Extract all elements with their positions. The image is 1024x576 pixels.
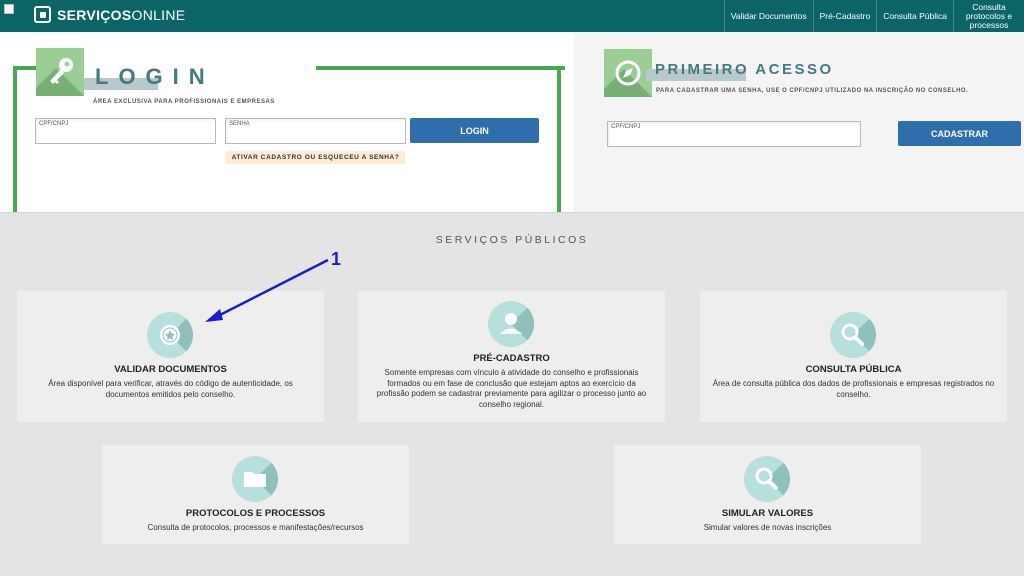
services-title: SERVIÇOS PÚBLICOS xyxy=(435,234,589,246)
main-nav: Validar Documentos Pré-Cadastro Consulta… xyxy=(723,0,1024,32)
card-description: Área de consulta pública dos dados de pr… xyxy=(712,379,995,399)
annotation-number: 1 xyxy=(331,249,342,269)
cpf-cnpj-label: CPF/CNPJ xyxy=(39,121,69,127)
login-panel: LOGIN ÁREA EXCLUSIVA PARA PROFISSIONAIS … xyxy=(0,32,574,222)
card-title: PROTOCOLOS E PROCESSOS xyxy=(185,508,326,519)
frame-top-right-segment xyxy=(316,66,565,70)
first-access-panel: PRIMEIRO ACESSO PARA CADASTRAR UMA SENHA… xyxy=(574,32,1024,212)
key-icon xyxy=(36,48,84,96)
brand-name: SERVIÇOSONLINE xyxy=(57,6,186,23)
nav-consulta-protocolos[interactable]: Consulta protocolos e processos xyxy=(953,0,1024,32)
cpf-cnpj-input[interactable]: CPF/CNPJ xyxy=(35,118,216,144)
card-simular-valores[interactable]: SIMULAR VALORES Simular valores de novas… xyxy=(614,445,921,544)
magnifier-icon xyxy=(830,312,876,358)
user-icon xyxy=(488,301,534,347)
card-description: Área disponível para verificar, através … xyxy=(48,379,293,399)
card-title: SIMULAR VALORES xyxy=(721,508,814,519)
recover-password-link[interactable]: ATIVAR CADASTRO OU ESQUECEU A SENHA? xyxy=(226,151,405,164)
magnifier-icon xyxy=(744,456,790,502)
nav-consulta-publica[interactable]: Consulta Pública xyxy=(876,0,953,32)
login-title: LOGIN xyxy=(95,64,215,89)
folder-icon xyxy=(232,456,278,502)
card-description: Consulta de protocolos, processos e mani… xyxy=(147,523,364,532)
card-protocolos-processos[interactable]: PROTOCOLOS E PROCESSOS Consulta de proto… xyxy=(102,445,409,544)
broken-image-icon xyxy=(4,4,14,14)
senha-label: SENHA xyxy=(229,121,250,127)
nav-pre-cadastro[interactable]: Pré-Cadastro xyxy=(812,0,877,32)
top-navigation-bar: SERVIÇOSONLINE Validar Documentos Pré-Ca… xyxy=(0,0,1024,32)
first-access-cpf-label: CPF/CNPJ xyxy=(611,124,641,130)
card-title: VALIDAR DOCUMENTOS xyxy=(114,364,227,375)
compass-icon xyxy=(604,49,652,97)
login-button[interactable]: LOGIN xyxy=(410,118,539,143)
brand-icon xyxy=(34,6,51,23)
card-description: Somente empresas com vínculo à atividade… xyxy=(376,368,647,409)
brand-logo-link[interactable]: SERVIÇOSONLINE xyxy=(34,6,185,23)
senha-input[interactable]: SENHA xyxy=(225,118,406,144)
nav-validar-documentos[interactable]: Validar Documentos xyxy=(723,0,813,32)
card-title: PRÉ-CADASTRO xyxy=(473,353,550,364)
first-access-subtitle: PARA CADASTRAR UMA SENHA, USE O CPF/CNPJ… xyxy=(656,88,969,94)
public-services-section: SERVIÇOS PÚBLICOS VALIDAR DOCUMENTOS Áre… xyxy=(0,212,1024,576)
first-access-cpf-input[interactable]: CPF/CNPJ xyxy=(607,121,861,147)
first-access-title: PRIMEIRO ACESSO xyxy=(655,61,834,78)
login-subtitle: ÁREA EXCLUSIVA PARA PROFISSIONAIS E EMPR… xyxy=(93,99,275,105)
card-title: CONSULTA PÚBLICA xyxy=(805,364,902,375)
card-validar-documentos[interactable]: VALIDAR DOCUMENTOS Área disponível para … xyxy=(17,291,324,422)
card-pre-cadastro[interactable]: PRÉ-CADASTRO Somente empresas com víncul… xyxy=(358,291,665,422)
seal-icon xyxy=(147,312,193,358)
card-consulta-publica[interactable]: CONSULTA PÚBLICA Área de consulta públic… xyxy=(700,291,1007,422)
cadastrar-button[interactable]: CADASTRAR xyxy=(898,121,1021,146)
card-description: Simular valores de novas inscrições xyxy=(703,523,832,532)
